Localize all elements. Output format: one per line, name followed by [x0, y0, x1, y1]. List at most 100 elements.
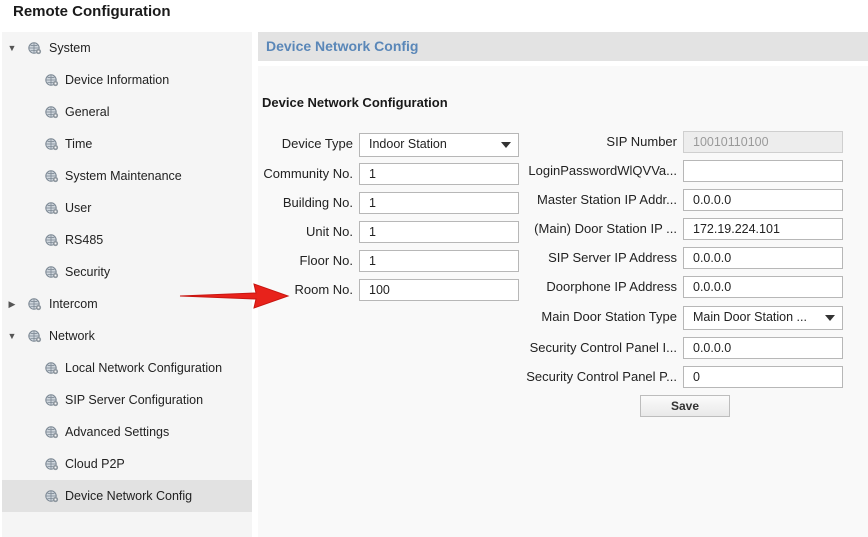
field-value: 1 [369, 254, 376, 268]
globe-gear-icon [45, 137, 59, 151]
globe-gear-icon [45, 201, 59, 215]
tree-item-label: SIP Server Configuration [65, 393, 204, 407]
field-value: 1 [369, 225, 376, 239]
tree-group-network[interactable]: ▼ Network [2, 320, 252, 352]
community-no-label: Community No. [263, 166, 353, 181]
tree-item-label: Device Information [65, 73, 170, 87]
field-value: 0.0.0.0 [693, 280, 732, 294]
main-door-station-type-select[interactable]: Main Door Station ... [683, 306, 843, 330]
globe-gear-icon [45, 393, 59, 407]
doorphone-ip-address-label: Doorphone IP Address [546, 279, 677, 294]
field-value: 10010110100 [693, 135, 769, 149]
security-control-panel-i-label: Security Control Panel I... [529, 340, 677, 355]
tree-item-label: Advanced Settings [65, 425, 170, 439]
tree-item-local-network-configuration[interactable]: Local Network Configuration [2, 352, 252, 384]
red-arrow-annotation [179, 283, 290, 309]
globe-gear-icon [45, 233, 59, 247]
tree-item-rs485[interactable]: RS485 [2, 224, 252, 256]
tree-item-label: Time [65, 137, 93, 151]
building-no-label: Building No. [282, 195, 353, 210]
expanded-arrow-icon[interactable]: ▼ [7, 43, 17, 53]
globe-gear-icon [28, 298, 42, 311]
globe-gear-icon [45, 138, 59, 151]
community-no-input[interactable]: 1 [359, 163, 519, 185]
master-station-ip-addr-input[interactable]: 0.0.0.0 [683, 189, 843, 211]
chevron-down-icon[interactable] [501, 142, 511, 148]
device-type-select[interactable]: Indoor Station [359, 133, 519, 157]
field-value: 1 [369, 167, 376, 181]
tree-item-user[interactable]: User [2, 192, 252, 224]
globe-gear-icon [45, 457, 59, 471]
loginpasswordwlqvva-input[interactable] [683, 160, 843, 182]
tree-group-system[interactable]: ▼ System [2, 32, 252, 64]
loginpasswordwlqvva-label: LoginPasswordWlQVVa... [528, 163, 677, 178]
main-door-station-type-label: Main Door Station Type [541, 309, 677, 324]
globe-gear-icon [45, 202, 59, 215]
device-type-label: Device Type [281, 136, 353, 151]
tree-item-label: General [65, 105, 110, 119]
globe-gear-icon [45, 170, 59, 183]
tree-group-label: System [49, 41, 91, 55]
globe-gear-icon [45, 74, 59, 87]
field-value: 0.0.0.0 [693, 251, 732, 265]
globe-gear-icon [45, 234, 59, 247]
field-value: 100 [369, 283, 390, 297]
security-control-panel-p-input[interactable]: 0 [683, 366, 843, 388]
security-control-panel-p-label: Security Control Panel P... [526, 369, 677, 384]
globe-gear-icon [45, 458, 59, 471]
globe-gear-icon [45, 266, 59, 279]
master-station-ip-addr-label: Master Station IP Addr... [537, 192, 677, 207]
content-header-title: Device Network Config [266, 38, 419, 54]
field-value: 0.0.0.0 [693, 341, 732, 355]
tree-item-label: Local Network Configuration [65, 361, 223, 375]
sip-server-ip-address-input[interactable]: 0.0.0.0 [683, 247, 843, 269]
tree-item-label: Cloud P2P [65, 457, 125, 471]
window-title: Remote Configuration [13, 3, 171, 20]
doorphone-ip-address-input[interactable]: 0.0.0.0 [683, 276, 843, 298]
field-value: 0.0.0.0 [693, 193, 732, 207]
tree-item-label: RS485 [65, 233, 104, 247]
globe-gear-icon [45, 394, 59, 407]
tree-item-time[interactable]: Time [2, 128, 252, 160]
save-button[interactable]: Save [640, 395, 730, 417]
globe-gear-icon [28, 41, 42, 55]
room-no-input[interactable]: 100 [359, 279, 519, 301]
globe-gear-icon [45, 361, 59, 375]
expanded-arrow-icon[interactable]: ▼ [7, 331, 17, 341]
floor-no-input[interactable]: 1 [359, 250, 519, 272]
globe-gear-icon [45, 105, 59, 119]
globe-gear-icon [45, 426, 59, 439]
tree-item-label: System Maintenance [65, 169, 182, 183]
-main-door-station-ip-input[interactable]: 172.19.224.101 [683, 218, 843, 240]
tree-group-label: Network [49, 329, 95, 343]
globe-gear-icon [45, 73, 59, 87]
tree-item-cloud-p2p[interactable]: Cloud P2P [2, 448, 252, 480]
sip-number-input: 10010110100 [683, 131, 843, 153]
globe-gear-icon [45, 106, 59, 119]
sip-number-label: SIP Number [606, 134, 677, 149]
chevron-down-icon[interactable] [825, 315, 835, 321]
collapsed-arrow-icon[interactable]: ▶ [7, 299, 17, 310]
tree-item-general[interactable]: General [2, 96, 252, 128]
globe-gear-icon [45, 265, 59, 279]
unit-no-input[interactable]: 1 [359, 221, 519, 243]
building-no-input[interactable]: 1 [359, 192, 519, 214]
content-header: Device Network Config [258, 32, 868, 61]
-main-door-station-ip-label: (Main) Door Station IP ... [534, 221, 677, 236]
field-value: 1 [369, 196, 376, 210]
floor-no-label: Floor No. [299, 253, 353, 268]
globe-gear-icon [45, 489, 59, 503]
globe-gear-icon [45, 490, 59, 503]
globe-gear-icon [45, 362, 59, 375]
tree-item-advanced-settings[interactable]: Advanced Settings [2, 416, 252, 448]
tree-item-system-maintenance[interactable]: System Maintenance [2, 160, 252, 192]
tree-item-device-network-config[interactable]: Device Network Config [2, 480, 252, 512]
tree-item-sip-server-configuration[interactable]: SIP Server Configuration [2, 384, 252, 416]
tree-item-label: User [65, 201, 92, 215]
tree-item-device-information[interactable]: Device Information [2, 64, 252, 96]
security-control-panel-i-input[interactable]: 0.0.0.0 [683, 337, 843, 359]
globe-gear-icon [28, 330, 42, 343]
red-arrow-shape [179, 283, 290, 309]
unit-no-label: Unit No. [306, 224, 353, 239]
sip-server-ip-address-label: SIP Server IP Address [548, 250, 677, 265]
